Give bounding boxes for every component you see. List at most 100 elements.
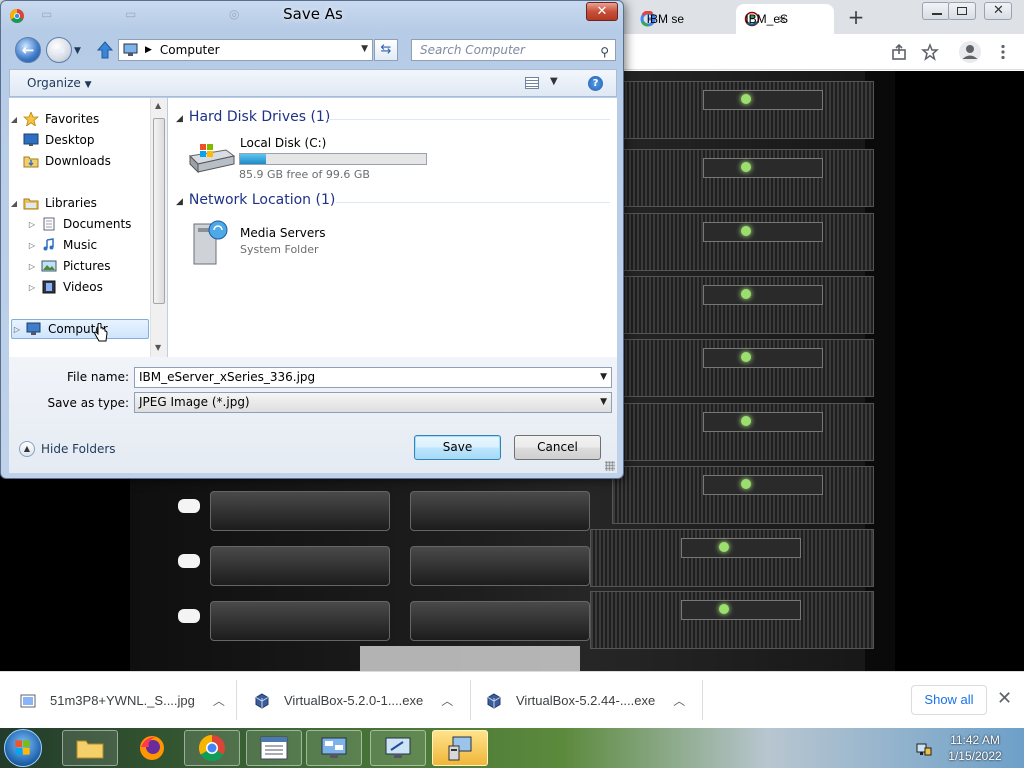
cancel-button[interactable]: Cancel: [514, 435, 601, 460]
nav-label: Favorites: [45, 112, 100, 126]
back-button[interactable]: ←: [15, 37, 41, 63]
maximize-window-button[interactable]: [948, 2, 976, 20]
taskbar-active-app[interactable]: [432, 730, 488, 766]
collapse-arrow-icon[interactable]: ◢: [9, 115, 19, 124]
media-servers-item[interactable]: Media Servers System Folder: [168, 216, 468, 268]
nav-item-documents[interactable]: ▷ Documents: [27, 214, 132, 234]
file-name-input[interactable]: IBM_eServer_xSeries_336.jpg ▼: [134, 367, 612, 388]
download-item[interactable]: VirtualBox-5.2.0-1....exe ︿: [254, 672, 453, 729]
search-icon[interactable]: ⚲: [600, 42, 609, 62]
view-options-dropdown[interactable]: ▼: [550, 76, 558, 87]
taskbar-network-app[interactable]: [306, 730, 362, 766]
chrome-menu-icon[interactable]: [994, 43, 1012, 61]
scrollbar-thumb[interactable]: [153, 118, 165, 304]
server-panel: [703, 475, 823, 495]
recent-pages-dropdown[interactable]: ▼: [74, 46, 81, 56]
nav-item-music[interactable]: ▷ Music: [27, 235, 97, 255]
close-downloads-icon[interactable]: ✕: [997, 688, 1012, 709]
nav-item-computer[interactable]: ▷ Computer: [11, 319, 149, 339]
expand-arrow-icon[interactable]: ▷: [27, 241, 37, 250]
taskbar-remote-app[interactable]: [370, 730, 426, 766]
save-as-type-value: JPEG Image (*.jpg): [139, 395, 250, 409]
save-button[interactable]: Save: [414, 435, 501, 460]
browser-tab-ibm-eserver[interactable]: IBM_eS ×: [736, 4, 834, 34]
expand-arrow-icon[interactable]: ▷: [12, 325, 22, 334]
group-header-network[interactable]: ◢ Network Location (1): [176, 192, 335, 208]
close-icon: ✕: [596, 4, 608, 19]
refresh-icon: ⇆: [380, 42, 392, 57]
address-bar[interactable]: ▶ Computer ▼: [118, 39, 373, 61]
share-icon[interactable]: [890, 43, 908, 61]
expand-arrow-icon[interactable]: ▷: [27, 283, 37, 292]
browser-tab-label: IBM se: [646, 12, 684, 26]
dialog-close-button[interactable]: ✕: [586, 2, 618, 21]
drive-free-space: 85.9 GB free of 99.6 GB: [239, 168, 370, 181]
taskbar-chrome[interactable]: [184, 730, 240, 766]
bookmark-star-icon[interactable]: [921, 43, 939, 61]
cable-area: [360, 646, 580, 671]
arrow-right-icon: →: [52, 41, 66, 59]
refresh-button[interactable]: ⇆: [374, 39, 398, 61]
forward-button[interactable]: →: [46, 37, 72, 63]
nav-item-downloads[interactable]: Downloads: [23, 151, 111, 171]
chevron-down-icon[interactable]: ▼: [600, 368, 607, 387]
address-path[interactable]: Computer: [160, 43, 220, 57]
chevron-down-icon[interactable]: ▼: [600, 393, 607, 412]
breadcrumb-separator-icon[interactable]: ▶: [145, 45, 152, 55]
music-icon: [43, 238, 54, 251]
status-led: [741, 352, 751, 362]
minimize-window-button[interactable]: [922, 2, 950, 20]
nav-item-pictures[interactable]: ▷ Pictures: [27, 256, 111, 276]
search-input[interactable]: Search Computer ⚲: [411, 39, 616, 61]
network-location-name: Media Servers: [240, 226, 326, 240]
save-as-type-select[interactable]: JPEG Image (*.jpg) ▼: [134, 392, 612, 413]
nav-label: Downloads: [45, 154, 111, 168]
new-tab-button[interactable]: +: [846, 7, 866, 27]
collapse-arrow-icon[interactable]: ◢: [176, 114, 183, 124]
change-view-icon[interactable]: [525, 77, 539, 89]
collapse-arrow-icon[interactable]: ◢: [9, 199, 19, 208]
show-all-downloads-button[interactable]: Show all: [911, 685, 987, 715]
scroll-up-icon[interactable]: ▲: [155, 101, 161, 110]
folder-icon: [76, 740, 104, 759]
hide-folders-button[interactable]: ▲ Hide Folders: [19, 441, 116, 457]
taskbar-explorer[interactable]: [62, 730, 118, 766]
expand-arrow-icon[interactable]: ▷: [27, 262, 37, 271]
server-panel: [703, 412, 823, 432]
organize-menu-button[interactable]: Organize ▼: [27, 76, 92, 90]
close-window-button[interactable]: ✕: [984, 2, 1012, 20]
system-clock[interactable]: 11:42 AM 1/15/2022: [940, 732, 1010, 764]
resize-grip-icon[interactable]: [605, 461, 615, 471]
download-item[interactable]: VirtualBox-5.2.44-....exe ︿: [486, 672, 685, 729]
chevron-up-icon[interactable]: ︿: [213, 692, 225, 709]
chevron-up-icon[interactable]: ︿: [673, 692, 685, 709]
nav-item-libraries[interactable]: ◢ Libraries: [9, 193, 97, 213]
network-status-icon[interactable]: [916, 740, 932, 756]
taskbar-firefox[interactable]: [124, 730, 180, 766]
local-disk-item[interactable]: Local Disk (C:) 85.9 GB free of 99.6 GB: [168, 132, 468, 182]
collapse-arrow-icon[interactable]: ◢: [176, 197, 183, 207]
server-panel: [703, 90, 823, 110]
scroll-down-icon[interactable]: ▼: [155, 343, 161, 352]
up-folder-button[interactable]: [96, 39, 114, 61]
file-name-label: File name:: [67, 370, 129, 384]
download-item[interactable]: 51m3P8+YWNL._S....jpg ︿: [20, 672, 225, 729]
group-header-hard-disks[interactable]: ◢ Hard Disk Drives (1): [176, 109, 330, 125]
help-icon[interactable]: ?: [588, 76, 603, 91]
nav-item-desktop[interactable]: Desktop: [23, 130, 95, 150]
profile-avatar-icon[interactable]: [958, 40, 982, 64]
nav-item-videos[interactable]: ▷ Videos: [27, 277, 103, 297]
divider: [470, 680, 471, 720]
chevron-down-icon[interactable]: ▼: [361, 44, 368, 54]
expand-arrow-icon[interactable]: ▷: [27, 220, 37, 229]
drive-bay: [410, 491, 590, 531]
taskbar-task-app[interactable]: [246, 730, 302, 766]
start-button[interactable]: [4, 729, 42, 767]
nav-pane-scrollbar[interactable]: ▲ ▼: [150, 98, 167, 357]
chevron-up-icon[interactable]: ︿: [441, 692, 453, 709]
server-unit: [612, 81, 874, 139]
nav-item-favorites[interactable]: ◢ Favorites: [9, 109, 99, 129]
firefox-icon: [140, 736, 164, 760]
browser-tab-ibm-server[interactable]: IBM se: [632, 4, 734, 34]
windows-logo-icon: [15, 740, 30, 755]
